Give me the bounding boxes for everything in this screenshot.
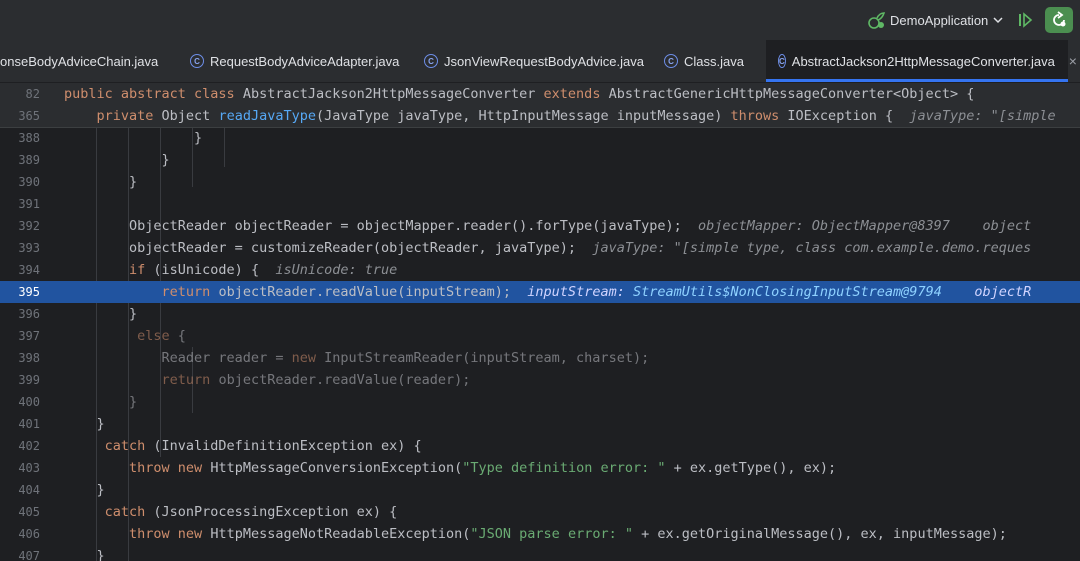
code-line[interactable]: 389 }	[0, 149, 1080, 171]
tab-label: AbstractJackson2HttpMessageConverter.jav…	[791, 53, 1055, 69]
code-line[interactable]: 403 throw new HttpMessageConversionExcep…	[0, 457, 1080, 479]
tab-request-body-advice-adapter[interactable]: C RequestBodyAdviceAdapter.java	[190, 40, 399, 82]
code-line[interactable]: 405 catch (JsonProcessingException ex) {	[0, 501, 1080, 523]
code-editor[interactable]: 82 public abstract class AbstractJackson2…	[0, 83, 1080, 561]
code-line[interactable]: 406 throw new HttpMessageNotReadableExce…	[0, 523, 1080, 545]
line-number[interactable]: 392	[0, 215, 40, 237]
code-text: }	[64, 482, 105, 498]
code-line[interactable]: 404 }	[0, 479, 1080, 501]
line-number[interactable]: 390	[0, 171, 40, 193]
execution-point-line[interactable]: 395 return objectReader.readValue(inputS…	[0, 281, 1080, 303]
line-number[interactable]: 391	[0, 193, 40, 215]
tab-label: Class.java	[684, 53, 744, 69]
editor-tabs: onseBodyAdviceChain.java C RequestBodyAd…	[0, 40, 1080, 83]
code-text: throw new HttpMessageNotReadableExceptio…	[64, 526, 1007, 542]
class-icon: C	[190, 54, 204, 68]
code-line[interactable]: 402 catch (InvalidDefinitionException ex…	[0, 435, 1080, 457]
code-text: public abstract class AbstractJackson2Ht…	[64, 86, 975, 102]
sticky-line[interactable]: 365 private Object readJavaType(JavaType…	[0, 105, 1080, 128]
code-line[interactable]: 393 objectReader = customizeReader(objec…	[0, 237, 1080, 259]
tab-json-view-request-body-advice[interactable]: C JsonViewRequestBodyAdvice.java	[424, 40, 644, 82]
code-text: }	[64, 394, 138, 410]
code-line[interactable]: 392 ObjectReader objectReader = objectMa…	[0, 215, 1080, 237]
title-bar: DemoApplication	[0, 0, 1080, 40]
line-number[interactable]: 394	[0, 259, 40, 281]
line-number[interactable]: 397	[0, 325, 40, 347]
code-text: }	[64, 416, 105, 432]
spring-run-icon	[868, 12, 886, 29]
line-number[interactable]: 404	[0, 479, 40, 501]
tab-class[interactable]: C Class.java	[664, 40, 744, 82]
rerun-button[interactable]	[1045, 7, 1073, 33]
code-line[interactable]: 390 }	[0, 171, 1080, 193]
line-number[interactable]: 388	[0, 127, 40, 149]
code-text: if (isUnicode) { isUnicode: true	[64, 262, 398, 278]
line-number[interactable]: 395	[0, 281, 40, 303]
line-number[interactable]: 403	[0, 457, 40, 479]
code-line[interactable]: 398 Reader reader = new InputStreamReade…	[0, 347, 1080, 369]
code-text: return objectReader.readValue(reader);	[64, 372, 471, 388]
run-config-name: DemoApplication	[890, 12, 989, 28]
line-number[interactable]: 82	[0, 83, 40, 105]
line-number[interactable]: 393	[0, 237, 40, 259]
line-number[interactable]: 396	[0, 303, 40, 325]
line-number[interactable]: 399	[0, 369, 40, 391]
resume-button[interactable]	[1011, 7, 1039, 33]
line-number[interactable]: 402	[0, 435, 40, 457]
line-number[interactable]: 405	[0, 501, 40, 523]
class-icon: C	[778, 54, 786, 68]
run-config-selector[interactable]: DemoApplication	[866, 8, 1004, 32]
code-line[interactable]: 407 }	[0, 545, 1080, 561]
code-text: catch (JsonProcessingException ex) {	[64, 504, 398, 520]
tab-response-body-advice-chain[interactable]: onseBodyAdviceChain.java	[0, 40, 170, 82]
chevron-down-icon	[993, 17, 1003, 24]
code-line[interactable]: 388 }	[0, 127, 1080, 149]
code-line[interactable]: 394 if (isUnicode) { isUnicode: true	[0, 259, 1080, 281]
class-icon: C	[664, 54, 678, 68]
code-line[interactable]: 399 return objectReader.readValue(reader…	[0, 369, 1080, 391]
code-line[interactable]: 401 }	[0, 413, 1080, 435]
code-text: catch (InvalidDefinitionException ex) {	[64, 438, 422, 454]
close-icon[interactable]: ×	[1069, 53, 1077, 69]
code-line[interactable]: 391	[0, 193, 1080, 215]
code-line[interactable]: 400 }	[0, 391, 1080, 413]
sticky-line[interactable]: 82 public abstract class AbstractJackson2…	[0, 83, 1080, 105]
rerun-icon	[1053, 11, 1066, 27]
code-text: }	[64, 548, 105, 561]
code-text: Reader reader = new InputStreamReader(in…	[64, 350, 650, 366]
tab-label: JsonViewRequestBodyAdvice.java	[444, 53, 644, 69]
tab-label: onseBodyAdviceChain.java	[0, 53, 159, 69]
line-number[interactable]: 398	[0, 347, 40, 369]
code-text: ObjectReader objectReader = objectMapper…	[64, 218, 1032, 234]
code-line[interactable]: 396 }	[0, 303, 1080, 325]
line-number[interactable]: 389	[0, 149, 40, 171]
resume-icon	[1019, 12, 1033, 28]
code-text: return objectReader.readValue(inputStrea…	[64, 284, 1032, 300]
line-number[interactable]: 401	[0, 413, 40, 435]
code-text: objectReader = customizeReader(objectRea…	[64, 240, 1032, 256]
code-line[interactable]: 397 else {	[0, 325, 1080, 347]
code-text: }	[64, 174, 138, 190]
code-text: }	[64, 152, 170, 168]
code-text: else {	[64, 328, 186, 344]
tab-abstract-jackson2-http-message-converter[interactable]: C AbstractJackson2HttpMessageConverter.j…	[766, 40, 1077, 82]
line-number[interactable]: 407	[0, 545, 40, 561]
class-icon: C	[424, 54, 438, 68]
code-text: }	[64, 306, 138, 322]
code-text: private Object readJavaType(JavaType jav…	[64, 108, 1064, 124]
line-number[interactable]: 406	[0, 523, 40, 545]
code-text: }	[64, 130, 203, 146]
code-text: throw new HttpMessageConversionException…	[64, 460, 837, 476]
tab-label: RequestBodyAdviceAdapter.java	[210, 53, 400, 69]
line-number[interactable]: 400	[0, 391, 40, 413]
line-number[interactable]: 365	[0, 105, 40, 127]
